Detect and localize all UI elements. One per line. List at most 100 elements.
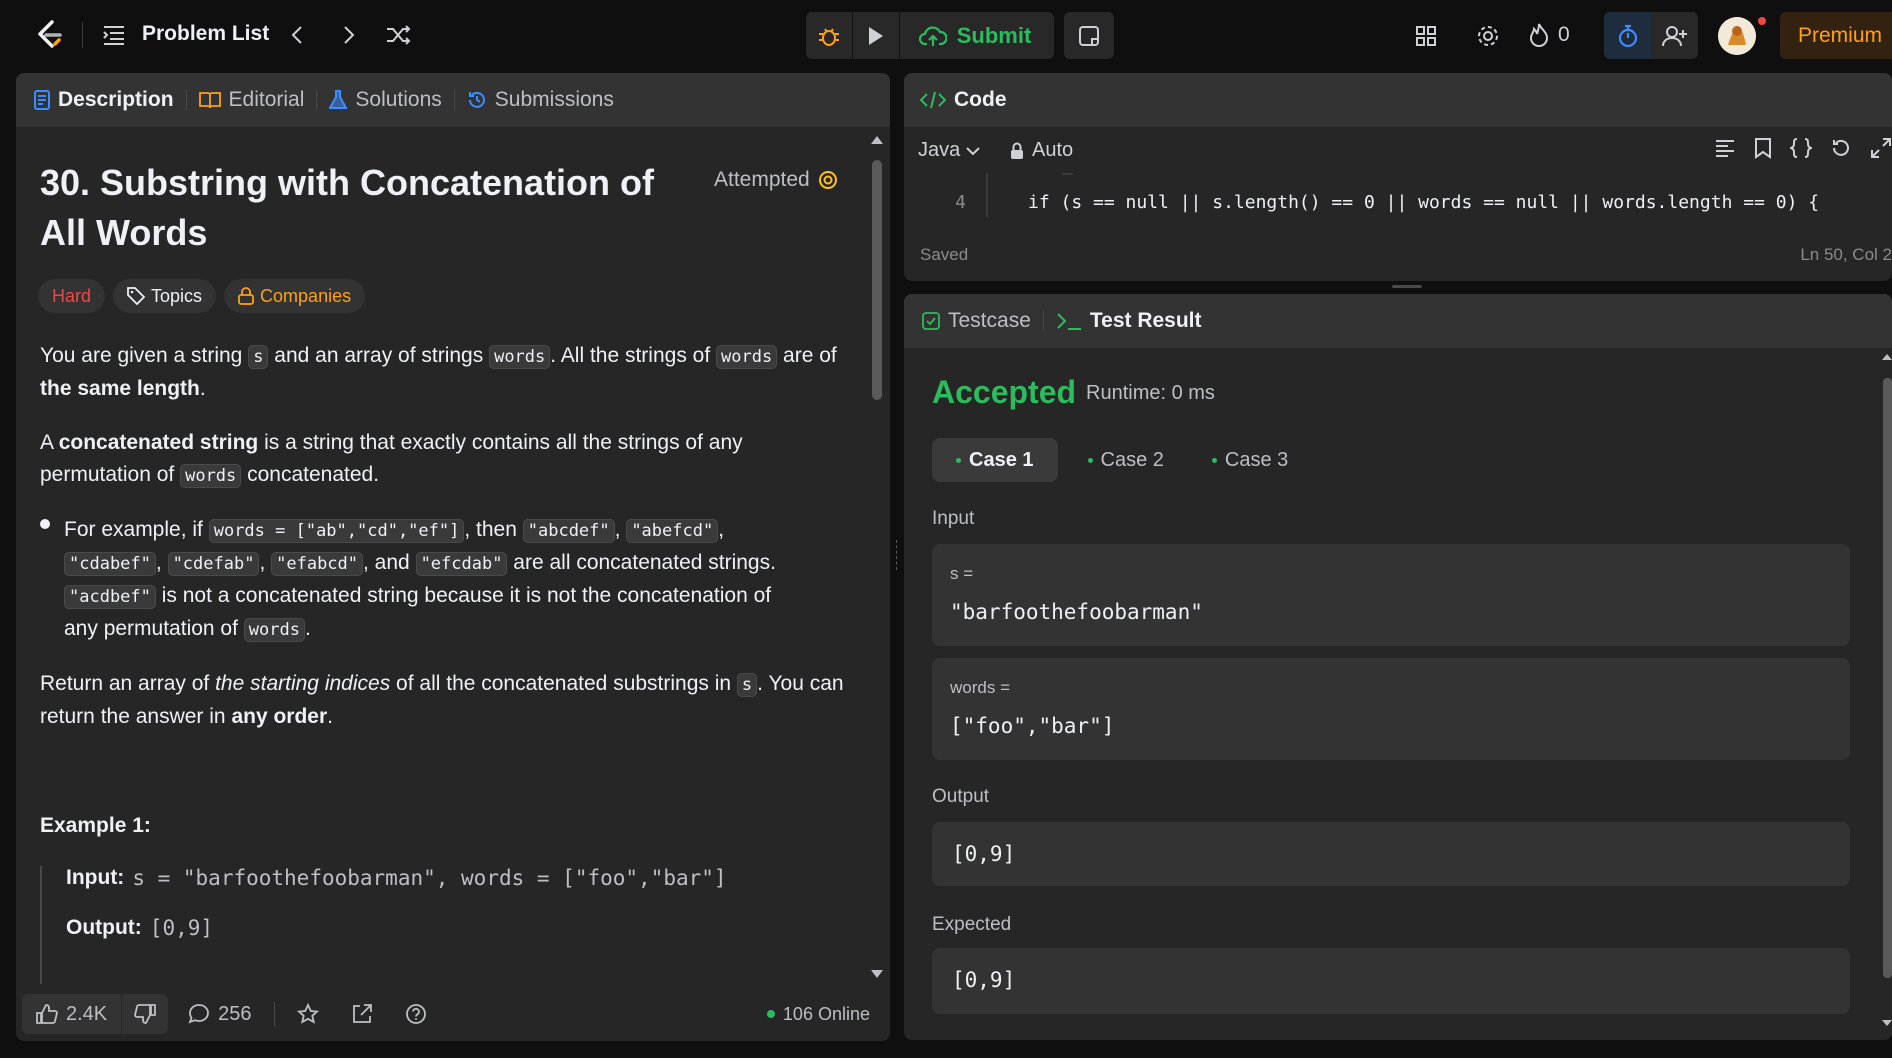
- prev-problem-button[interactable]: [282, 20, 312, 50]
- case-label: Case 3: [1224, 448, 1289, 471]
- submit-label: Submit: [956, 22, 1032, 48]
- case-tab-1[interactable]: Case 1: [932, 438, 1058, 482]
- expand-icon[interactable]: [1870, 137, 1892, 159]
- shuffle-icon[interactable]: [384, 20, 414, 50]
- topics-label: Topics: [151, 285, 203, 306]
- terminal-icon: [1056, 311, 1082, 331]
- notes-button[interactable]: [1064, 12, 1114, 59]
- case-tab-2[interactable]: Case 2: [1070, 438, 1182, 482]
- code-icon: [920, 90, 946, 110]
- debug-button[interactable]: [806, 12, 852, 59]
- s-value: "barfoothefoobarman": [950, 600, 1203, 624]
- cursor-position: Ln 50, Col 2: [1800, 245, 1892, 264]
- example-output-value: [0,9]: [149, 916, 214, 940]
- submit-button[interactable]: Submit: [900, 12, 1050, 59]
- thumbs-up-icon: [36, 1003, 58, 1025]
- case-tab-3[interactable]: Case 3: [1194, 438, 1306, 482]
- input-label: Input: [932, 508, 975, 529]
- vote-group: 2.4K: [22, 994, 169, 1034]
- words-value: ["foo","bar"]: [950, 714, 1115, 738]
- description-scrollbar[interactable]: [870, 132, 884, 982]
- document-icon: [34, 90, 50, 110]
- case-label: Case 2: [1100, 448, 1164, 471]
- checkbox-icon: [922, 312, 940, 330]
- share-icon[interactable]: [351, 1003, 373, 1025]
- tab-solutions[interactable]: Solutions: [317, 88, 453, 112]
- tab-description[interactable]: Description: [34, 88, 186, 112]
- code-line-partial: —: [904, 173, 1892, 187]
- online-dot: [766, 1010, 775, 1018]
- case-tabs: Case 1 Case 2 Case 3: [932, 438, 1306, 482]
- s-label: s =: [950, 564, 974, 583]
- avatar[interactable]: [1718, 17, 1756, 55]
- pass-dot: [956, 457, 961, 463]
- tab-editorial[interactable]: Editorial: [187, 88, 317, 112]
- list-icon[interactable]: [102, 24, 126, 46]
- gear-icon[interactable]: [1472, 20, 1504, 52]
- add-friend-icon[interactable]: [1651, 12, 1698, 59]
- input-s-box: s = "barfoothefoobarman": [932, 544, 1850, 646]
- help-icon[interactable]: [405, 1003, 427, 1025]
- expected-label: Expected: [932, 914, 1012, 935]
- saved-status: Saved: [920, 245, 969, 264]
- flask-icon: [329, 90, 348, 110]
- example-block: Input: s = "barfoothefoobarman", words =…: [40, 866, 727, 984]
- pass-dot: [1087, 457, 1093, 463]
- tab-testcase[interactable]: Testcase: [922, 309, 1043, 333]
- run-button[interactable]: [853, 12, 899, 59]
- like-count: 2.4K: [66, 1002, 108, 1025]
- comment-icon: [188, 1003, 210, 1025]
- language-select[interactable]: Java: [918, 139, 980, 162]
- braces-icon[interactable]: [1790, 137, 1812, 159]
- star-icon[interactable]: [296, 1003, 319, 1025]
- editor-tools: [1714, 137, 1892, 159]
- code-panel: Code Java Auto — 4 if (s == null || s.le…: [904, 73, 1892, 281]
- chevron-down-icon: [966, 146, 980, 156]
- tab-test-result[interactable]: Test Result: [1044, 309, 1214, 333]
- flame-icon: [1528, 22, 1550, 48]
- stopwatch-icon[interactable]: [1604, 12, 1651, 59]
- vertical-resize-handle[interactable]: [1392, 285, 1422, 288]
- tab-label: Submissions: [494, 88, 614, 111]
- example-title: Example 1:: [40, 814, 151, 837]
- bullet-dot: [40, 519, 50, 529]
- runtime-label: Runtime: 0 ms: [1086, 382, 1215, 404]
- online-count: 106 Online: [782, 1003, 870, 1024]
- result-status: Accepted: [932, 374, 1077, 410]
- topics-button[interactable]: Topics: [113, 279, 217, 313]
- layout-icon[interactable]: [1410, 20, 1442, 52]
- panel-resize-handle[interactable]: [896, 540, 899, 570]
- streak-counter[interactable]: 0: [1528, 22, 1570, 48]
- example-output-label: Output:: [66, 916, 142, 939]
- example-input-value: s = "barfoothefoobarman", words = ["foo"…: [132, 866, 727, 890]
- auto-mode-toggle[interactable]: Auto: [1010, 139, 1073, 162]
- comments-button[interactable]: 256: [188, 1002, 252, 1026]
- description-bullet: For example, if words = ["ab","cd","ef"]…: [64, 518, 776, 642]
- code-text: if (s == null || s.length() == 0 || word…: [1028, 191, 1820, 213]
- reset-icon[interactable]: [1830, 137, 1852, 159]
- companies-button[interactable]: Companies: [224, 279, 366, 313]
- language-label: Java: [918, 139, 961, 161]
- code-line[interactable]: 4 if (s == null || s.length() == 0 || wo…: [904, 187, 1892, 217]
- expected-value: [0,9]: [952, 968, 1016, 992]
- output-label: Output: [932, 786, 990, 807]
- like-button[interactable]: 2.4K: [22, 1003, 121, 1026]
- example-input-label: Input:: [66, 866, 125, 889]
- tag-icon: [127, 287, 146, 305]
- output-box: [0,9]: [932, 822, 1850, 886]
- description-footer: 2.4K 256 106 Online: [16, 988, 890, 1040]
- next-problem-button[interactable]: [334, 20, 364, 50]
- premium-button[interactable]: Premium: [1780, 12, 1892, 59]
- bookmark-icon[interactable]: [1754, 137, 1772, 159]
- result-scrollbar[interactable]: [1880, 350, 1892, 1030]
- leetcode-logo-icon[interactable]: [32, 18, 66, 52]
- problem-list-link[interactable]: Problem List: [142, 22, 269, 46]
- target-icon: [818, 170, 838, 190]
- tab-label: Editorial: [228, 88, 305, 111]
- tab-submissions[interactable]: Submissions: [455, 88, 626, 112]
- comment-count: 256: [218, 1002, 252, 1025]
- dislike-button[interactable]: [122, 1003, 168, 1025]
- description-tabs: Description Editorial Solutions Submissi…: [16, 73, 890, 127]
- format-icon[interactable]: [1714, 137, 1736, 159]
- auto-label: Auto: [1032, 139, 1074, 161]
